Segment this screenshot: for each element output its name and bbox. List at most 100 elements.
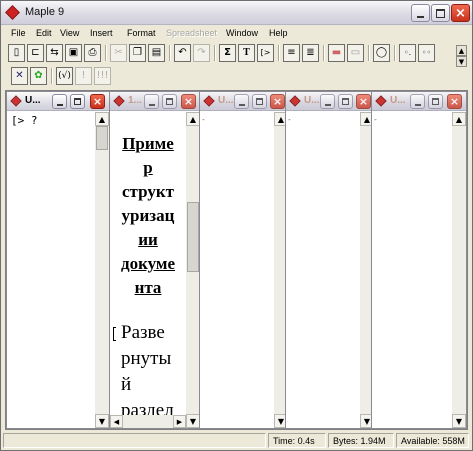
worksheet-3-maximize-button[interactable] xyxy=(252,94,267,109)
menu-file[interactable]: File xyxy=(11,28,26,38)
new-document-button[interactable]: ▯ xyxy=(8,44,25,62)
worksheet-window-1[interactable]: U... × [> ? ▲ ▼ xyxy=(6,91,110,429)
pause-icon: ▭ xyxy=(350,47,361,58)
save-button[interactable]: ▣ xyxy=(65,44,82,62)
scroll-up-arrow-icon[interactable]: ▲ xyxy=(186,112,200,126)
insert-prompt-button[interactable]: [> xyxy=(257,44,274,62)
maple-leaf-icon[interactable] xyxy=(203,95,215,107)
undo-button[interactable]: ↶ xyxy=(174,44,191,62)
worksheet-window-5[interactable]: U... × ˗ ▲ ▼ xyxy=(371,91,467,429)
menu-help[interactable]: Help xyxy=(269,28,288,38)
maple-leaf-icon[interactable] xyxy=(289,95,301,107)
input-prompt[interactable]: [> ? xyxy=(11,114,38,127)
worksheet-3-close-button[interactable]: × xyxy=(270,94,285,109)
menu-edit[interactable]: Edit xyxy=(36,28,52,38)
worksheet-4-minimize-button[interactable] xyxy=(320,94,335,109)
zoom-in-icon: ◦◦ xyxy=(421,48,432,57)
minimize-button[interactable] xyxy=(411,4,430,22)
scroll-thumb[interactable] xyxy=(96,126,108,150)
worksheet-2-vertical-scrollbar[interactable]: ▲ ▼ xyxy=(186,112,200,428)
worksheet-4-close-button[interactable]: × xyxy=(356,94,371,109)
text-input-button[interactable]: T xyxy=(238,44,255,62)
worksheet-3-title-bar[interactable]: U... × xyxy=(200,92,288,111)
evaluate-button[interactable]: (√) xyxy=(56,67,73,85)
maple-leaf-icon[interactable] xyxy=(113,95,125,107)
scroll-right-arrow-icon[interactable]: ▶ xyxy=(173,415,186,428)
worksheet-1-close-button[interactable]: × xyxy=(90,94,105,109)
menu-format[interactable]: Format xyxy=(127,28,156,38)
menu-spreadsheet[interactable]: Spreadsheet xyxy=(166,28,217,38)
scroll-down-arrow-icon[interactable]: ▼ xyxy=(186,414,200,428)
worksheet-5-vertical-scrollbar[interactable]: ▲ ▼ xyxy=(452,112,466,428)
print-button[interactable]: ⎙ xyxy=(84,44,101,62)
maximize-icon xyxy=(166,98,173,105)
worksheet-5-minimize-button[interactable] xyxy=(410,94,425,109)
scroll-thumb[interactable] xyxy=(187,202,199,272)
worksheet-window-4[interactable]: U... × ˗ ▲ ▼ xyxy=(285,91,375,429)
worksheet-1-title-bar[interactable]: U... × xyxy=(7,92,109,111)
scroll-left-arrow-icon[interactable]: ◀ xyxy=(110,415,123,428)
worksheet-2-content[interactable]: Приме р структ уризац ии докуме нта Разв… xyxy=(110,112,186,415)
close-button[interactable]: × xyxy=(451,4,470,22)
menu-view[interactable]: View xyxy=(60,28,79,38)
copy-button[interactable]: ❐ xyxy=(129,44,146,62)
scroll-down-arrow-icon[interactable]: ▼ xyxy=(452,414,466,428)
worksheet-4-maximize-button[interactable] xyxy=(338,94,353,109)
zoom-in-button[interactable]: ◦◦ xyxy=(418,44,435,62)
copy-icon: ❐ xyxy=(133,47,142,58)
cut-button[interactable]: ✂ xyxy=(110,44,127,62)
stop-button[interactable]: ▬ xyxy=(328,44,345,62)
chevron-down-icon[interactable]: ▼ xyxy=(456,56,467,67)
maple-leaf-icon[interactable] xyxy=(10,95,22,107)
toolbar-scroll[interactable]: ▲ ▼ xyxy=(456,45,468,67)
worksheet-2-horizontal-scrollbar[interactable]: ◀ ▶ xyxy=(110,415,186,428)
restart-button[interactable]: ◯ xyxy=(373,44,390,62)
maximize-button[interactable] xyxy=(431,4,450,22)
worksheet-window-2[interactable]: 1... × Приме р структ уризац ии докуме н… xyxy=(109,91,201,429)
pause-button[interactable]: ▭ xyxy=(347,44,364,62)
menu-insert[interactable]: Insert xyxy=(90,28,113,38)
worksheet-2-minimize-button[interactable] xyxy=(144,94,159,109)
worksheet-3-content[interactable]: ˗ xyxy=(200,112,274,428)
worksheet-2-title-bar[interactable]: 1... × xyxy=(110,92,200,111)
worksheet-window-3[interactable]: U... × ˗ ▲ ▼ xyxy=(199,91,289,429)
worksheet-2-close-button[interactable]: × xyxy=(181,94,196,109)
minimize-icon xyxy=(148,103,155,106)
open-url-button[interactable]: ⇆ xyxy=(46,44,63,62)
maple-leaf-icon[interactable] xyxy=(375,95,387,107)
indent-button[interactable]: ≡ xyxy=(283,44,300,62)
heading-line: Приме xyxy=(122,134,174,153)
execute-all-button[interactable]: !!! xyxy=(94,67,111,85)
worksheet-4-title-bar[interactable]: U... × xyxy=(286,92,374,111)
worksheet-5-title-bar[interactable]: U... × xyxy=(372,92,466,111)
outdent-button[interactable]: ≣ xyxy=(302,44,319,62)
maple-leaf-icon[interactable] xyxy=(5,5,20,20)
worksheet-5-close-button[interactable]: × xyxy=(447,94,462,109)
scroll-up-arrow-icon[interactable]: ▲ xyxy=(452,112,466,126)
section-bracket-icon[interactable] xyxy=(113,327,116,341)
maple-input-button[interactable]: ✿ xyxy=(30,67,47,85)
paste-button[interactable]: ▤ xyxy=(148,44,165,62)
chevron-up-icon[interactable]: ▲ xyxy=(456,45,467,56)
worksheet-5-content[interactable]: ˗ xyxy=(372,112,452,428)
worksheet-2-maximize-button[interactable] xyxy=(162,94,177,109)
scroll-up-arrow-icon[interactable]: ▲ xyxy=(95,112,109,126)
worksheet-1-maximize-button[interactable] xyxy=(70,94,85,109)
redo-button[interactable]: ↷ xyxy=(193,44,210,62)
worksheet-3-minimize-button[interactable] xyxy=(234,94,249,109)
menu-window[interactable]: Window xyxy=(226,28,258,38)
math-mode-button[interactable]: ✕ xyxy=(11,67,28,85)
title-bar: Maple 9 × xyxy=(1,1,472,25)
worksheet-1-vertical-scrollbar[interactable]: ▲ ▼ xyxy=(95,112,109,428)
scroll-down-arrow-icon[interactable]: ▼ xyxy=(95,414,109,428)
menu-bar: File Edit View Insert Format Spreadsheet… xyxy=(3,26,471,41)
close-icon: × xyxy=(183,95,194,108)
zoom-out-button[interactable]: ◦. xyxy=(399,44,416,62)
execute-button[interactable]: ! xyxy=(75,67,92,85)
open-button[interactable]: ⊏ xyxy=(27,44,44,62)
worksheet-1-content[interactable]: [> ? xyxy=(7,112,95,428)
math-input-button[interactable]: Σ xyxy=(219,44,236,62)
worksheet-5-maximize-button[interactable] xyxy=(428,94,443,109)
worksheet-4-content[interactable]: ˗ xyxy=(286,112,360,428)
worksheet-1-minimize-button[interactable] xyxy=(52,94,67,109)
